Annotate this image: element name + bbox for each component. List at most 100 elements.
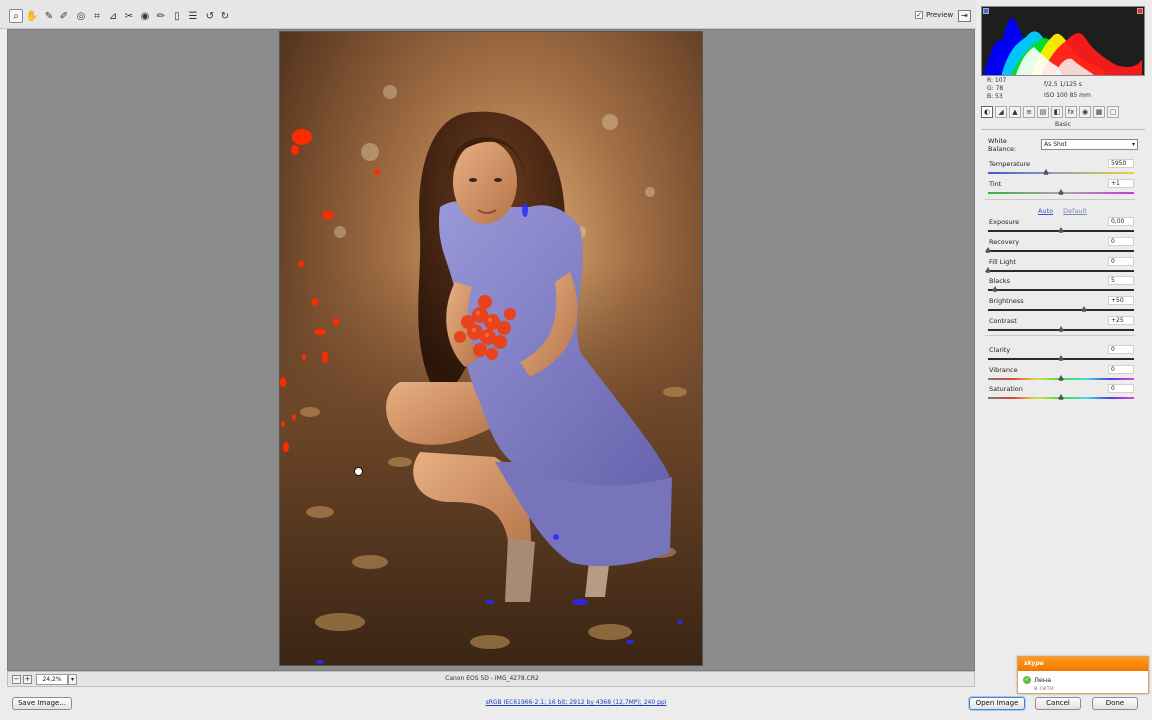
slider-thumb[interactable] (1043, 169, 1050, 175)
effects-icon: fx (1067, 108, 1075, 116)
slider-track[interactable] (988, 309, 1134, 311)
red-eye-tool[interactable]: ◉ (138, 9, 152, 23)
slider-label: Tint (989, 180, 1002, 188)
slider-track[interactable] (988, 270, 1134, 272)
preferences-tool[interactable]: ☰ (186, 9, 200, 23)
image-canvas[interactable] (7, 29, 975, 671)
done-button[interactable]: Done (1092, 697, 1138, 710)
slider-track[interactable] (988, 289, 1134, 291)
tab-presets[interactable]: ▦ (1093, 106, 1105, 118)
slider-label: Temperature (989, 160, 1031, 168)
cancel-button[interactable]: Cancel (1035, 697, 1081, 710)
slider-label: Brightness (989, 297, 1024, 305)
slider-thumb[interactable] (1058, 326, 1064, 332)
slider-value-field[interactable]: 5 (1108, 276, 1134, 285)
slider-value-field[interactable]: +1 (1108, 179, 1134, 188)
slider-thumb[interactable] (1058, 189, 1064, 195)
tab-split-toning[interactable]: ▤ (1037, 106, 1049, 118)
slider-value-field[interactable]: 0 (1108, 345, 1134, 354)
preferences-icon: ☰ (188, 10, 198, 22)
toolbar: ⌕ ✋ ✎ ✐ ◎ ⌗ ⊿ ✂ ◉ ✏ ▯ ☰ ↺ ↻ ✓ Preview ⇥ (0, 0, 976, 29)
slider-thumb[interactable] (1058, 394, 1064, 400)
shadow-clipping-toggle[interactable] (983, 8, 989, 14)
rotate-left-icon: ↺ (205, 10, 215, 22)
adjustment-brush-tool[interactable]: ✏ (154, 9, 168, 23)
skype-header: skype (1018, 657, 1148, 671)
hand-tool[interactable]: ✋ (25, 9, 39, 23)
slider-thumb[interactable] (1058, 375, 1064, 381)
preview-toggle[interactable]: ✓ Preview (915, 11, 953, 19)
slider-label: Blacks (989, 277, 1010, 285)
tab-camera-calibration[interactable]: ◉ (1079, 106, 1091, 118)
tab-effects[interactable]: fx (1065, 106, 1077, 118)
hsl-icon: ≡ (1026, 108, 1032, 116)
contact-status: в сети (1034, 685, 1054, 692)
rgb-readout: R: 107 G: 78 B: 53 (987, 77, 1006, 101)
target-adjust-tool[interactable]: ◎ (74, 9, 88, 23)
tab-snapshots[interactable]: ▢ (1107, 106, 1119, 118)
slider-value-field[interactable]: 0 (1108, 237, 1134, 246)
tab-lens[interactable]: ◧ (1051, 106, 1063, 118)
tab-tone-curve[interactable]: ◢ (995, 106, 1007, 118)
photo-preview (279, 31, 703, 666)
slider-value-field[interactable]: 0 (1108, 257, 1134, 266)
slider-value-field[interactable]: +50 (1108, 296, 1134, 305)
slider-value-field[interactable]: 0 (1108, 384, 1134, 393)
slider-track[interactable] (988, 172, 1134, 174)
white-balance-value: As Shot (1044, 141, 1067, 148)
zoom-tool[interactable]: ⌕ (9, 9, 23, 23)
split-toning-icon: ▤ (1039, 108, 1047, 116)
open-image-button[interactable]: Open Image (969, 697, 1025, 710)
default-link[interactable]: Default (1063, 207, 1087, 215)
slider-label: Recovery (989, 238, 1020, 246)
graduated-filter-tool[interactable]: ▯ (170, 9, 184, 23)
white-balance-row: White Balance: As Shot ▾ (988, 137, 1138, 153)
spot-removal-tool[interactable]: ✂ (122, 9, 136, 23)
tab-basic[interactable]: ◐ (981, 106, 993, 118)
slider-thumb[interactable] (992, 286, 999, 292)
slider-thumb[interactable] (1058, 227, 1064, 233)
rotate-left-tool[interactable]: ↺ (203, 9, 217, 23)
spot-removal-icon: ✂ (124, 10, 134, 22)
slider-label: Vibrance (989, 366, 1018, 374)
blue-value: B: 53 (987, 93, 1003, 100)
white-balance-select[interactable]: As Shot ▾ (1041, 139, 1138, 150)
hand-icon: ✋ (25, 10, 39, 22)
basic-icon: ◐ (983, 108, 991, 116)
rotate-right-tool[interactable]: ↻ (218, 9, 232, 23)
slider-label: Exposure (989, 218, 1020, 226)
slider-value-field[interactable]: 0 (1108, 365, 1134, 374)
fullscreen-button[interactable]: ⇥ (958, 10, 971, 22)
slider-thumb[interactable] (1058, 355, 1064, 361)
highlight-clipping-toggle[interactable] (1137, 8, 1143, 14)
slider-thumb[interactable] (985, 267, 991, 273)
preview-checkbox[interactable]: ✓ (915, 11, 923, 19)
graduated-filter-icon: ▯ (174, 10, 180, 22)
straighten-tool[interactable]: ⊿ (106, 9, 120, 23)
slider-thumb[interactable] (985, 247, 991, 253)
slider-track[interactable] (988, 250, 1134, 252)
exif-info: f/2,5 1/125 s ISO 100 85 mm (1044, 79, 1091, 101)
slider-value-field[interactable]: +25 (1108, 316, 1134, 325)
rotate-right-icon: ↻ (220, 10, 230, 22)
slider-thumb[interactable] (1081, 306, 1088, 312)
tab-detail[interactable]: ▲ (1009, 106, 1021, 118)
white-balance-tool[interactable]: ✎ (42, 9, 56, 23)
divider (985, 199, 1135, 200)
green-value: G: 78 (987, 85, 1004, 92)
skype-notification[interactable]: skype ✓ Лена в сети (1017, 656, 1149, 694)
straighten-icon: ⊿ (108, 10, 118, 22)
presets-icon: ▦ (1095, 108, 1103, 116)
auto-link[interactable]: Auto (1038, 207, 1053, 215)
color-sampler-tool[interactable]: ✐ (57, 9, 71, 23)
tab-hsl[interactable]: ≡ (1023, 106, 1035, 118)
divider (985, 335, 1135, 336)
slider-value-field[interactable]: 0,00 (1108, 217, 1134, 226)
chevron-down-icon: ▾ (1131, 141, 1135, 148)
crop-tool[interactable]: ⌗ (90, 9, 104, 23)
slider-label: Saturation (989, 385, 1023, 393)
slider-value-field[interactable]: 5950 (1108, 159, 1134, 168)
slider-temperature: Temperature 5950 (988, 159, 1134, 178)
histogram-graph (982, 7, 1144, 76)
detail-icon: ▲ (1012, 108, 1018, 116)
